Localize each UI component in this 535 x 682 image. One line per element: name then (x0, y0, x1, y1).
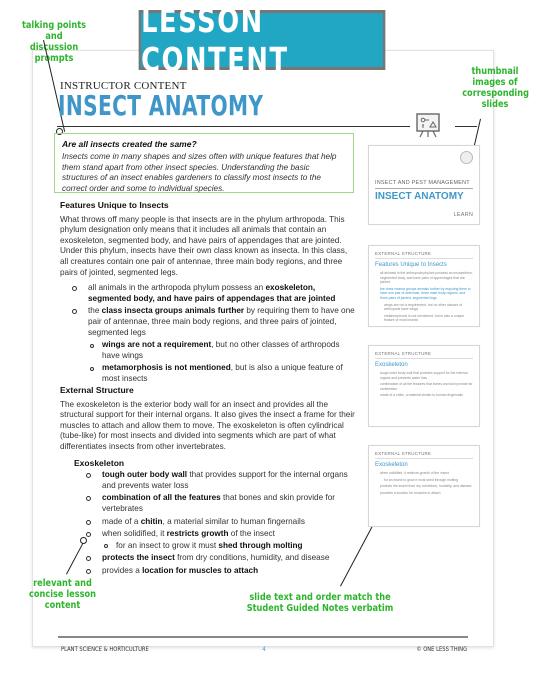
footer-divider (58, 636, 468, 638)
callout-thumbnails: thumbnail images of corresponding slides (462, 66, 529, 110)
bullet-list: tough outer body wall that provides supp… (60, 470, 355, 576)
section-external-structure: External Structure The exoskeleton is th… (60, 385, 355, 577)
header-divider (455, 126, 477, 127)
footer-course: PLANT SCIENCE & HORTICULTURE (60, 645, 149, 653)
slide-divider (375, 188, 473, 189)
list-item: the class insecta groups animals further… (60, 306, 355, 338)
section-heading: Features Unique to Insects (60, 200, 169, 210)
list-item: wings are not a requirement, but no othe… (60, 340, 355, 361)
slide-logo-icon (460, 151, 473, 164)
list-item: combination of all the features that bon… (60, 493, 355, 514)
slide-divider (375, 458, 473, 459)
bullet-list: all animals in the arthropoda phylum pos… (60, 283, 355, 384)
footer-copyright: © ONE LESS THING (416, 645, 468, 653)
slide-thumbnail-exoskeleton-1: EXTERNAL STRUCTURE Exoskeleton tough out… (368, 345, 480, 427)
callout-talking-points: talking points and discussion prompts (21, 20, 87, 64)
footer-page-number: 4 (262, 645, 266, 653)
section-heading: External Structure (60, 385, 134, 395)
prompt-text: Insects come in many shapes and sizes of… (62, 152, 337, 193)
callout-slide-text: slide text and order match the Student G… (246, 592, 394, 614)
page-title: INSECT ANATOMY (58, 89, 264, 122)
slide-thumbnail-features: EXTERNAL STRUCTURE Features Unique to In… (368, 245, 480, 327)
banner-title: LESSON CONTENT (141, 1, 289, 79)
easel-presentation-icon (416, 113, 440, 138)
section-paragraph: What throws off many people is that inse… (60, 214, 348, 277)
list-item: for an insect to grow it must shed throu… (60, 541, 355, 552)
callout-relevant-content: relevant and concise lesson content (29, 578, 96, 611)
list-item: all animals in the arthropoda phylum pos… (60, 283, 355, 304)
list-item: provides a location for muscles to attac… (60, 566, 355, 577)
prompt-question: Are all insects created the same? (62, 139, 197, 149)
list-item: tough outer body wall that provides supp… (60, 470, 355, 491)
list-item: metamorphosis is not mentioned, but is a… (60, 363, 355, 384)
subsection-heading: Exoskeleton (74, 457, 125, 468)
lesson-content-banner: LESSON CONTENT (138, 1, 386, 79)
header-divider (57, 126, 410, 127)
section-features: Features Unique to Insects What throws o… (60, 200, 355, 385)
list-item: when solidified, it restricts growth of … (60, 529, 355, 540)
slide-thumbnail-exoskeleton-2: EXTERNAL STRUCTURE Exoskeleton when soli… (368, 445, 480, 527)
slide-thumbnail-title: INSECT AND PEST MANAGEMENT INSECT ANATOM… (368, 145, 480, 225)
slide-divider (375, 258, 473, 259)
slide-divider (375, 358, 473, 359)
list-item: made of a chitin, a material similar to … (60, 517, 355, 528)
discussion-prompt-box: Are all insects created the same? Insect… (54, 133, 354, 193)
list-item: protects the insect from dry conditions,… (60, 553, 355, 564)
section-paragraph: The exoskeleton is the exterior body wal… (60, 399, 355, 451)
